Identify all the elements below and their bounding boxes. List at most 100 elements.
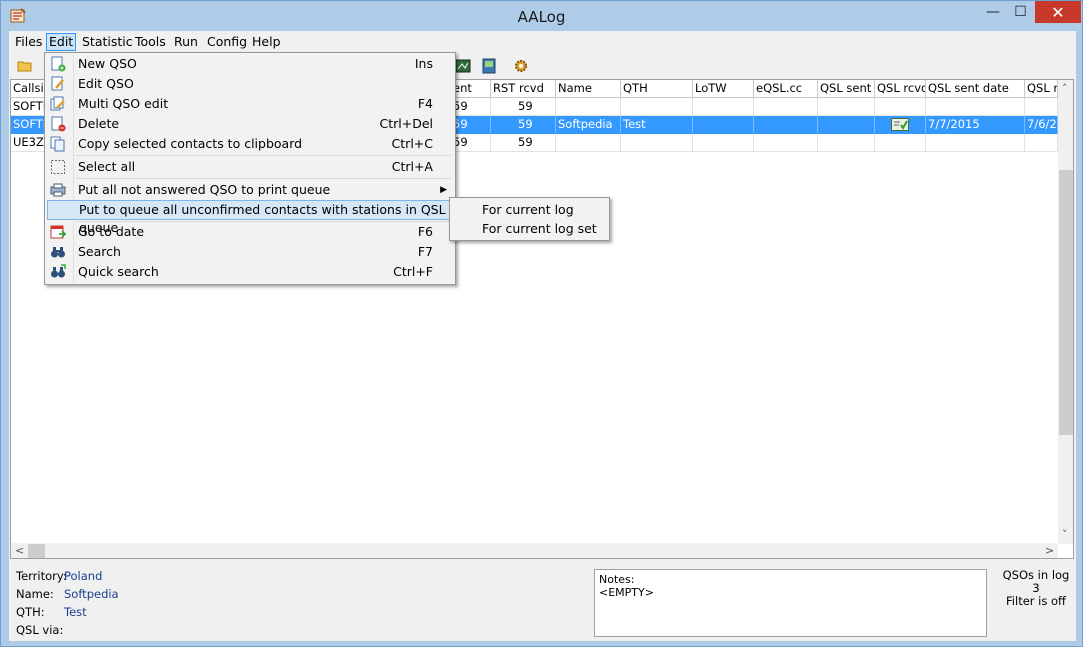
menu-item-search[interactable]: Search F7 [47,242,453,262]
menu-item-shortcut: Ins [414,56,433,71]
cell-qsl-rcvd [875,134,926,152]
cell-qth: Test [621,116,693,134]
cell-rst-rcvd: 59 [491,116,556,134]
menu-item-copy[interactable]: Copy selected contacts to clipboard Ctrl… [47,134,453,154]
edit-qso-icon [51,76,64,91]
menu-help[interactable]: Help [250,33,283,51]
column-header[interactable]: RST rcvd [491,80,556,98]
select-all-icon [51,160,65,174]
column-header[interactable]: ent [451,80,491,98]
qth-line: QTH: Test [16,605,87,621]
maximize-button[interactable]: ☐ [1007,1,1034,23]
territory-label: Territory: [16,569,67,583]
cell-qsl-sent-date [926,98,1025,116]
notes-box[interactable]: Notes: <EMPTY> [594,569,987,637]
column-header[interactable]: QSL sent [818,80,875,98]
menu-item-label: Go to date [78,224,145,239]
cell-lotw [693,116,754,134]
cell-eqsl [754,98,818,116]
cell-rst-rcvd: 59 [491,98,556,116]
calendar-icon [50,225,66,239]
print-queue-icon [50,183,66,197]
quick-search-icon [51,264,66,278]
horizontal-scroll-thumb[interactable] [28,544,45,558]
copy-icon [50,136,65,152]
menubar: Files Edit Statistic Tools Run Config He… [9,31,1076,53]
scroll-down-icon[interactable]: ˅ [1062,528,1068,541]
column-header[interactable]: eQSL.cc [754,80,818,98]
cell-lotw [693,134,754,152]
edit-menu-dropdown: New QSO Ins Edit QSO Multi QSO edit F4 D… [44,52,456,285]
minimize-button[interactable]: — [979,1,1007,23]
notes-label: Notes: [599,573,635,586]
report-icon[interactable] [481,58,497,74]
binoculars-icon [51,247,65,258]
column-header[interactable]: QSL sent date [926,80,1025,98]
cell-qth [621,134,693,152]
menu-edit[interactable]: Edit [46,33,77,51]
notes-value: <EMPTY> [599,586,654,599]
new-qso-icon [51,56,66,72]
cell-qsl-sent [818,116,875,134]
cell-qsl-rcvd [875,116,926,134]
log-summary: QSOs in log 3 Filter is off [997,569,1075,608]
menu-item-label: Multi QSO edit [78,96,169,111]
menu-run[interactable]: Run [172,33,200,51]
horizontal-scrollbar[interactable]: < > [11,543,1058,558]
menu-tools[interactable]: Tools [133,33,168,51]
queue-submenu: For current log For current log set [449,197,610,241]
cell-lotw [693,98,754,116]
image-export-icon[interactable] [455,58,471,74]
vertical-scroll-thumb[interactable] [1059,170,1073,435]
cell-qsl-sent [818,98,875,116]
qth-value: Test [64,605,87,619]
check-card-icon [891,118,909,131]
scroll-right-icon[interactable]: > [1045,544,1054,557]
window-title: AALog [517,8,566,26]
menu-item-edit-qso[interactable]: Edit QSO [47,74,453,94]
cell-name [556,134,621,152]
territory-value: Poland [64,569,103,583]
menu-item-label: Put all not answered QSO to print queue [78,182,331,197]
cell-qsl-rcvd-date: 7/6/20 [1025,116,1058,134]
territory-line: Territory:Poland [16,569,102,585]
submenu-item-current-log[interactable]: For current log [452,200,607,219]
menu-item-shortcut: Ctrl+C [391,136,433,151]
titlebar[interactable]: AALog — ☐ ✕ [1,1,1082,31]
menu-item-multi-qso-edit[interactable]: Multi QSO edit F4 [47,94,453,114]
cell-name [556,98,621,116]
menu-item-shortcut: Ctrl+Del [379,116,433,131]
menu-item-new-qso[interactable]: New QSO Ins [47,54,453,74]
menu-statistic[interactable]: Statistic [80,33,135,51]
column-header[interactable]: QSL rc [1025,80,1058,98]
column-header[interactable]: Name [556,80,621,98]
column-header[interactable]: LoTW [693,80,754,98]
menu-item-label: Quick search [78,264,159,279]
menu-config[interactable]: Config [205,33,249,51]
menu-files[interactable]: Files [13,33,44,51]
settings-gear-icon[interactable] [513,58,529,74]
menu-item-shortcut: F4 [417,96,433,111]
column-header[interactable]: QTH [621,80,693,98]
submenu-item-current-log-set[interactable]: For current log set [452,219,607,238]
menu-item-queue-unconfirmed[interactable]: Put to queue all unconfirmed contacts wi… [47,200,453,235]
menu-item-label: New QSO [78,56,137,71]
menu-item-label: Delete [78,116,120,131]
cell-rst-sent: 59 [451,98,491,116]
cell-qsl-rcvd-date [1025,134,1058,152]
column-header[interactable]: QSL rcvd [875,80,926,98]
details-panel: Territory:Poland Name: Softpedia QTH: Test… [9,563,1076,641]
menu-item-quick-search[interactable]: Quick search Ctrl+F [47,262,453,282]
open-folder-icon[interactable] [17,58,33,74]
menu-item-select-all[interactable]: Select all Ctrl+A [47,157,453,177]
menu-item-go-to-date[interactable]: Go to date F6 [47,222,453,242]
menu-item-print-queue[interactable]: Put all not answered QSO to print queue … [47,180,453,200]
scroll-up-icon[interactable]: ˄ [1062,82,1068,95]
scroll-left-icon[interactable]: < [15,544,24,557]
menu-item-delete[interactable]: Delete Ctrl+Del [47,114,453,134]
vertical-scrollbar[interactable]: ˄ ˅ [1058,80,1073,544]
qsl-via-line: QSL via: [16,623,64,639]
close-button[interactable]: ✕ [1035,1,1081,23]
name-label: Name: [16,587,54,601]
menu-item-label: Select all [78,159,136,174]
